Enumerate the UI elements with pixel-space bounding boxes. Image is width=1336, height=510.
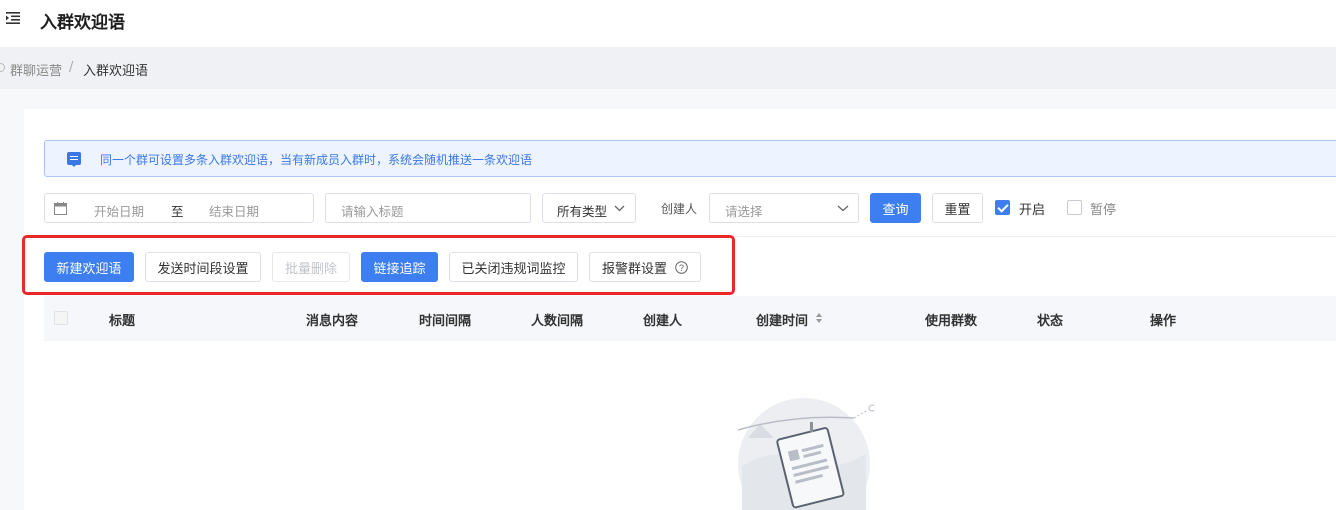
status-on-checkbox[interactable]: [995, 200, 1010, 215]
status-on-label: 开启: [1019, 203, 1046, 218]
column-header-created-time[interactable]: 创建时间: [756, 310, 808, 329]
highlight-annotation-box: [22, 235, 735, 295]
creator-select-placeholder: 请选择: [725, 204, 763, 219]
creator-label: 创建人: [661, 202, 698, 216]
date-range-picker[interactable]: 开始日期 至 结束日期: [44, 193, 314, 223]
column-header-title: 标题: [109, 314, 136, 329]
reset-button[interactable]: 重置: [932, 193, 983, 223]
column-header-people-interval: 人数间隔: [531, 314, 584, 329]
sort-icon[interactable]: [816, 313, 822, 323]
range-separator: 至: [171, 204, 184, 219]
home-icon: [0, 63, 5, 72]
creator-select[interactable]: 请选择: [709, 193, 859, 223]
column-header-status: 状态: [1037, 314, 1064, 329]
chevron-down-icon: [614, 205, 625, 212]
status-off-checkbox[interactable]: [1067, 200, 1082, 215]
content-left-gutter: [0, 109, 24, 510]
status-off-label: 暂停: [1090, 203, 1117, 218]
message-icon: [67, 152, 81, 167]
menu-fold-icon[interactable]: [6, 12, 20, 24]
notice-text: 同一个群可设置多条入群欢迎语，当有新成员入群时，系统会随机推送一条欢迎语: [100, 153, 533, 167]
select-all-checkbox[interactable]: [54, 311, 68, 325]
type-select-value: 所有类型: [557, 204, 608, 219]
breadcrumb: 群聊运营 / 入群欢迎语: [0, 47, 1336, 89]
start-date-input[interactable]: 开始日期: [94, 201, 144, 220]
calendar-icon: [54, 202, 67, 215]
empty-state-illustration: [737, 398, 874, 510]
column-header-time-interval: 时间间隔: [419, 314, 472, 329]
column-header-creator: 创建人: [643, 314, 683, 329]
table-header: 标题 消息内容 时间间隔 人数间隔 创建人 创建时间 使用群数 状态 操作: [44, 296, 1336, 341]
notice-banner: 同一个群可设置多条入群欢迎语，当有新成员入群时，系统会随机推送一条欢迎语: [44, 140, 1336, 177]
breadcrumb-separator: /: [69, 60, 74, 75]
column-header-group-count: 使用群数: [925, 314, 978, 329]
column-header-content: 消息内容: [306, 314, 359, 329]
breadcrumb-item-group-ops[interactable]: 群聊运营: [10, 60, 62, 79]
end-date-input[interactable]: 结束日期: [209, 201, 259, 220]
title-search-placeholder: 请输入标题: [341, 204, 404, 219]
breadcrumb-item-current: 入群欢迎语: [83, 64, 149, 79]
chevron-down-icon: [837, 205, 849, 212]
type-select[interactable]: 所有类型: [542, 193, 636, 223]
title-search-input[interactable]: 请输入标题: [325, 193, 531, 223]
page-title: 入群欢迎语: [40, 13, 125, 33]
query-button[interactable]: 查询: [870, 193, 921, 223]
content-gap: [0, 89, 1336, 109]
column-header-actions: 操作: [1150, 314, 1177, 329]
top-bar: 入群欢迎语: [0, 0, 1336, 47]
